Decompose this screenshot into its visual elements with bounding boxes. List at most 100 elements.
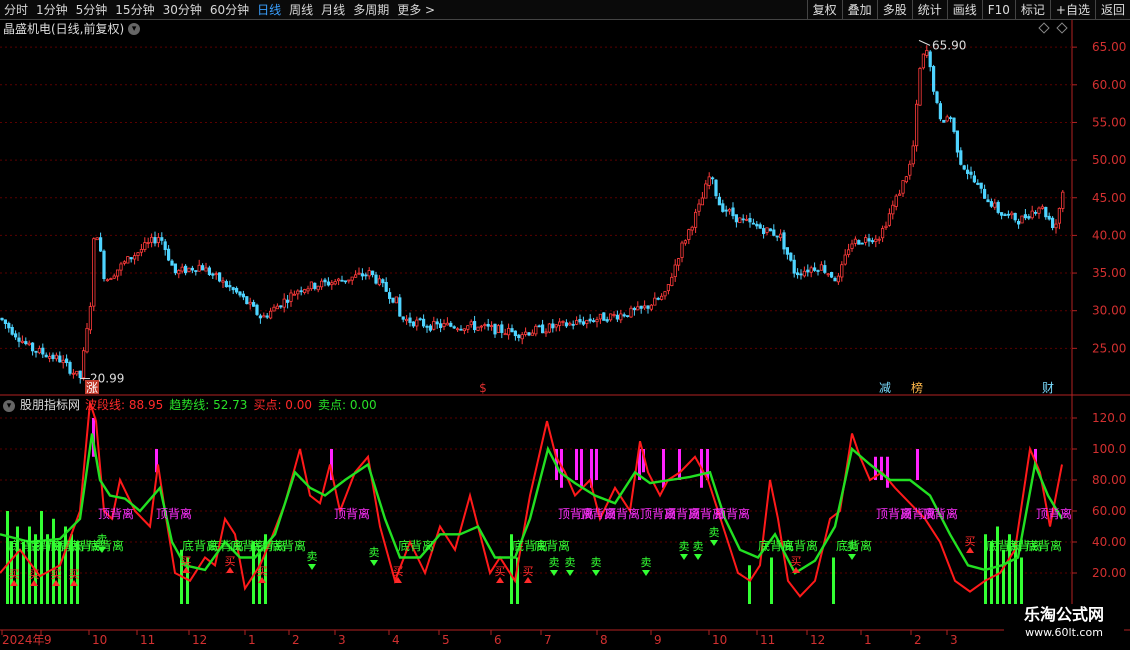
candle-body — [503, 333, 507, 336]
toolbar-button-7[interactable]: +自选 — [1049, 0, 1095, 20]
buy-signal: 买 — [495, 565, 506, 578]
sell-signal: 卖 — [693, 540, 704, 553]
candle-body — [785, 247, 790, 255]
buy-signal: 买 — [29, 568, 40, 581]
candle-body — [258, 315, 263, 319]
toolbar-button-3[interactable]: 统计 — [911, 0, 947, 20]
candle-body — [612, 314, 616, 316]
toolbar-button-1[interactable]: 叠加 — [841, 0, 877, 20]
candle-body — [68, 362, 72, 374]
chevron-down-icon[interactable]: ▾ — [3, 399, 15, 412]
candle-body — [806, 269, 810, 273]
candle-body — [105, 279, 109, 282]
candle-body — [799, 273, 803, 276]
period-tab-8[interactable]: 月线 — [317, 3, 349, 17]
chevron-down-icon[interactable]: ▾ — [128, 23, 141, 35]
date-label: 11 — [140, 633, 155, 647]
candle-body — [996, 201, 1000, 213]
sell-arrow-icon — [680, 554, 688, 560]
candle-body — [578, 319, 582, 323]
candle-body — [680, 242, 684, 258]
candle-body — [367, 270, 371, 277]
candle-body — [789, 252, 793, 261]
candle-body — [401, 316, 405, 320]
sell-signal: 卖 — [591, 556, 602, 569]
candle-body — [234, 287, 239, 293]
period-tab-10[interactable]: 更多 > — [393, 3, 439, 17]
toolbar-right-buttons: 复权 叠加 多股 统计 画线 F10 标记 +自选 返回 — [806, 0, 1130, 20]
period-tab-1[interactable]: 1分钟 — [32, 3, 72, 17]
candle-body — [1061, 191, 1065, 209]
candle-body — [609, 313, 613, 321]
top-divergence-label: 顶背离 — [922, 506, 958, 521]
period-tab-3[interactable]: 15分钟 — [111, 3, 158, 17]
candle-body — [755, 223, 759, 227]
candle-body — [877, 238, 881, 241]
candle-body — [391, 297, 395, 303]
candle-body — [629, 307, 633, 318]
candle-body — [588, 318, 592, 322]
toolbar-button-8[interactable]: 返回 — [1094, 0, 1130, 20]
candle-body — [619, 313, 623, 321]
candle-body — [836, 275, 841, 283]
price-tick-label: 30.00 — [1092, 304, 1126, 318]
candle-body — [143, 242, 147, 250]
candle-body — [942, 119, 946, 123]
candle-body — [728, 209, 732, 212]
top-divergence-label: 顶背离 — [156, 506, 192, 521]
candle-body — [119, 263, 123, 271]
date-label: 4 — [392, 633, 400, 647]
period-tab-5[interactable]: 60分钟 — [206, 3, 253, 17]
candle-body — [20, 340, 25, 343]
toolbar-button-2[interactable]: 多股 — [876, 0, 912, 20]
toolbar-button-6[interactable]: 标记 — [1014, 0, 1050, 20]
candle-body — [455, 328, 460, 331]
period-tab-0[interactable]: 分时 — [0, 3, 32, 17]
period-tab-4[interactable]: 30分钟 — [159, 3, 206, 17]
candle-body — [245, 296, 249, 305]
candle-body — [24, 341, 28, 345]
candle-body — [462, 328, 467, 332]
candle-body — [381, 279, 385, 284]
candle-body — [513, 330, 518, 337]
candle-body — [571, 323, 575, 326]
period-tab-6[interactable]: 日线 — [253, 3, 285, 17]
stock-title: 晶盛机电(日线,前复权) — [3, 22, 125, 36]
candle-body — [13, 333, 18, 338]
candle-body — [34, 350, 38, 353]
candle-body — [925, 50, 929, 56]
indicator-tick-label: 40.00 — [1092, 535, 1126, 549]
toolbar-button-0[interactable]: 复权 — [806, 0, 842, 20]
candle-body — [530, 332, 535, 336]
candle-body — [347, 279, 351, 282]
candle-body — [109, 278, 113, 281]
candle-body — [819, 264, 824, 271]
buy-signal: 买 — [69, 568, 80, 581]
candle-body — [445, 322, 450, 326]
indicator-value-2: 买点: 0.00 — [253, 398, 313, 412]
candle-body — [918, 67, 922, 106]
candle-body — [272, 306, 276, 312]
candle-body — [493, 323, 497, 335]
candle-body — [700, 197, 705, 206]
candle-body — [717, 196, 722, 206]
period-tab-9[interactable]: 多周期 — [349, 3, 393, 17]
candle-body — [775, 235, 779, 238]
candle-body — [183, 265, 188, 274]
buy-signal: 买 — [965, 535, 976, 548]
period-tab-7[interactable]: 周线 — [285, 3, 317, 17]
candle-body — [17, 337, 21, 342]
candle-body — [146, 242, 150, 244]
toolbar-button-4[interactable]: 画线 — [946, 0, 982, 20]
candle-body — [370, 270, 375, 276]
period-tabs: 分时 1分钟 5分钟 15分钟 30分钟 60分钟 日线 周线 月线 多周期 更多 > — [0, 0, 439, 20]
candle-body — [377, 278, 382, 286]
candle-body — [126, 256, 130, 264]
candle-body — [711, 177, 715, 180]
toolbar-button-5[interactable]: F10 — [981, 0, 1015, 20]
period-tab-2[interactable]: 5分钟 — [72, 3, 112, 17]
candle-body — [622, 314, 626, 317]
indicator-name[interactable]: 股朋指标网 — [20, 398, 80, 413]
candle-body — [864, 237, 868, 243]
buy-signal: 买 — [523, 565, 534, 578]
